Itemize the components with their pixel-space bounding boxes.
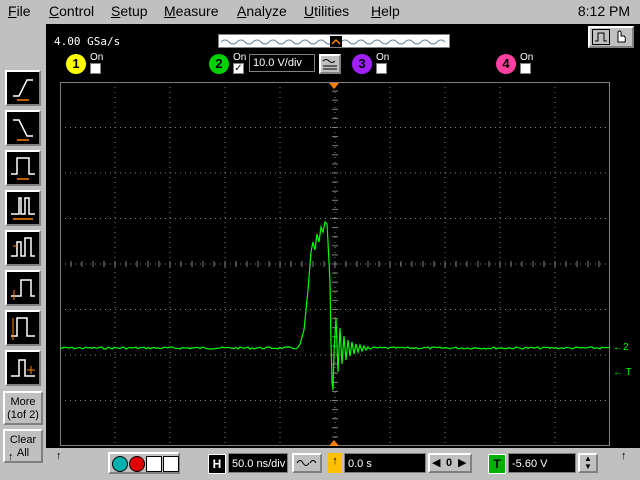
channel-2-on-label: On	[233, 52, 247, 63]
square-wave-icon[interactable]	[592, 29, 610, 45]
sample-rate: 4.00 GSa/s	[54, 35, 121, 48]
timeout-trigger-icon[interactable]	[5, 350, 41, 386]
wave-mode-icon	[296, 460, 317, 466]
clear-label: Clear	[9, 434, 37, 446]
setup-hold-trigger-icon[interactable]	[5, 270, 41, 306]
delay-left-arrow-icon[interactable]: ◀	[432, 456, 440, 469]
channel-4-badge[interactable]: 4	[496, 54, 516, 74]
scope-control-strip: 4.00 GSa/s 1 On 2 On ✓ 10.0 V/div 3 On 4…	[46, 24, 640, 80]
run-icon[interactable]	[112, 456, 128, 472]
up-arrow-icon[interactable]: ↑	[8, 451, 14, 463]
channel-2-on-checkbox[interactable]: ✓	[233, 63, 244, 74]
clock: 8:12 PM	[577, 3, 630, 19]
rising-edge-trigger-icon[interactable]	[5, 70, 41, 106]
channel-1-control: 1 On	[66, 52, 106, 76]
single-icon[interactable]	[146, 456, 162, 472]
trigger-level-field[interactable]: -5.60 V	[508, 453, 576, 473]
more-label: More	[10, 396, 36, 408]
glitch-trigger-icon[interactable]	[5, 190, 41, 226]
falling-edge-trigger-icon[interactable]	[5, 110, 41, 146]
stepper-down-icon[interactable]: ▼	[580, 463, 596, 471]
channel-3-on-label: On	[376, 52, 390, 63]
horizontal-mode-button[interactable]	[292, 453, 322, 473]
graticule-grid	[59, 81, 611, 446]
channel-1-badge[interactable]: 1	[66, 54, 86, 74]
channel-3-on-checkbox[interactable]	[376, 63, 387, 74]
time-overview-wave	[220, 36, 446, 47]
channel-4-on-label: On	[520, 52, 534, 63]
waveform-graticule[interactable]	[59, 81, 611, 446]
trigger-position-top-marker[interactable]	[328, 82, 340, 92]
trigger-position-bottom-marker[interactable]	[328, 437, 340, 447]
touch-hand-icon[interactable]	[612, 29, 630, 45]
menu-file[interactable]: File	[8, 3, 31, 19]
time-overview-bar[interactable]	[218, 34, 450, 48]
delay-right-arrow-icon[interactable]: ▶	[458, 456, 466, 469]
menu-bar: File Control Setup Measure Analyze Utili…	[0, 0, 640, 22]
delay-marker-button[interactable]: ↑	[328, 453, 342, 473]
menu-utilities[interactable]: Utilities	[304, 3, 349, 19]
runt-trigger-icon[interactable]	[5, 230, 41, 266]
channel-3-badge[interactable]: 3	[352, 54, 372, 74]
menu-control[interactable]: Control	[49, 3, 94, 19]
stop-icon[interactable]	[129, 456, 145, 472]
channel-2-badge[interactable]: 2	[209, 54, 229, 74]
trigger-toolbar: More (1of 2) Clear All ↑	[0, 24, 46, 470]
menu-setup[interactable]: Setup	[111, 3, 148, 19]
more-page-label: (1of 2)	[7, 409, 39, 421]
coupling-button[interactable]	[319, 54, 341, 74]
bottom-right-up-arrow-icon[interactable]: ↑	[621, 450, 627, 462]
horizontal-button[interactable]: H	[208, 454, 226, 474]
print-icon[interactable]	[163, 456, 179, 472]
trigger-level-stepper[interactable]: ▲ ▼	[578, 453, 598, 473]
coupling-icon	[322, 59, 337, 70]
trigger-level-button[interactable]: T	[488, 454, 506, 474]
channel-4-on-checkbox[interactable]	[520, 63, 531, 74]
delay-stepper: ◀ 0 ▶	[428, 453, 472, 473]
time-per-div-field[interactable]: 50.0 ns/div	[228, 453, 288, 473]
menu-analyze[interactable]: Analyze	[237, 3, 287, 19]
trigger-level-marker[interactable]: ← T	[613, 367, 632, 378]
channel-2-control: 2 On ✓ 10.0 V/div	[209, 52, 349, 76]
transition-trigger-icon[interactable]	[5, 310, 41, 346]
menu-help[interactable]: Help	[371, 3, 400, 19]
channel-2-volts-per-div[interactable]: 10.0 V/div	[249, 54, 315, 72]
channel-1-on-checkbox[interactable]	[90, 63, 101, 74]
channel-3-control: 3 On	[352, 52, 392, 76]
more-button[interactable]: More (1of 2)	[3, 391, 43, 425]
pulse-width-trigger-icon[interactable]	[5, 150, 41, 186]
delay-zero-button[interactable]: 0	[446, 457, 452, 469]
menu-measure[interactable]: Measure	[164, 3, 218, 19]
run-control-group	[108, 452, 180, 474]
channel-1-on-label: On	[90, 52, 104, 63]
channel-4-control: 4 On	[496, 52, 536, 76]
bottom-up-arrow-icon[interactable]: ↑	[56, 450, 62, 462]
delay-field[interactable]: 0.0 s	[344, 453, 426, 473]
run-mode-buttons	[588, 26, 634, 48]
channel-2-ground-marker[interactable]: ←2	[613, 342, 629, 353]
horizontal-control-bar: ↑ H 50.0 ns/div ↑ 0.0 s ◀ 0 ▶ T -5.60 V …	[46, 448, 640, 480]
